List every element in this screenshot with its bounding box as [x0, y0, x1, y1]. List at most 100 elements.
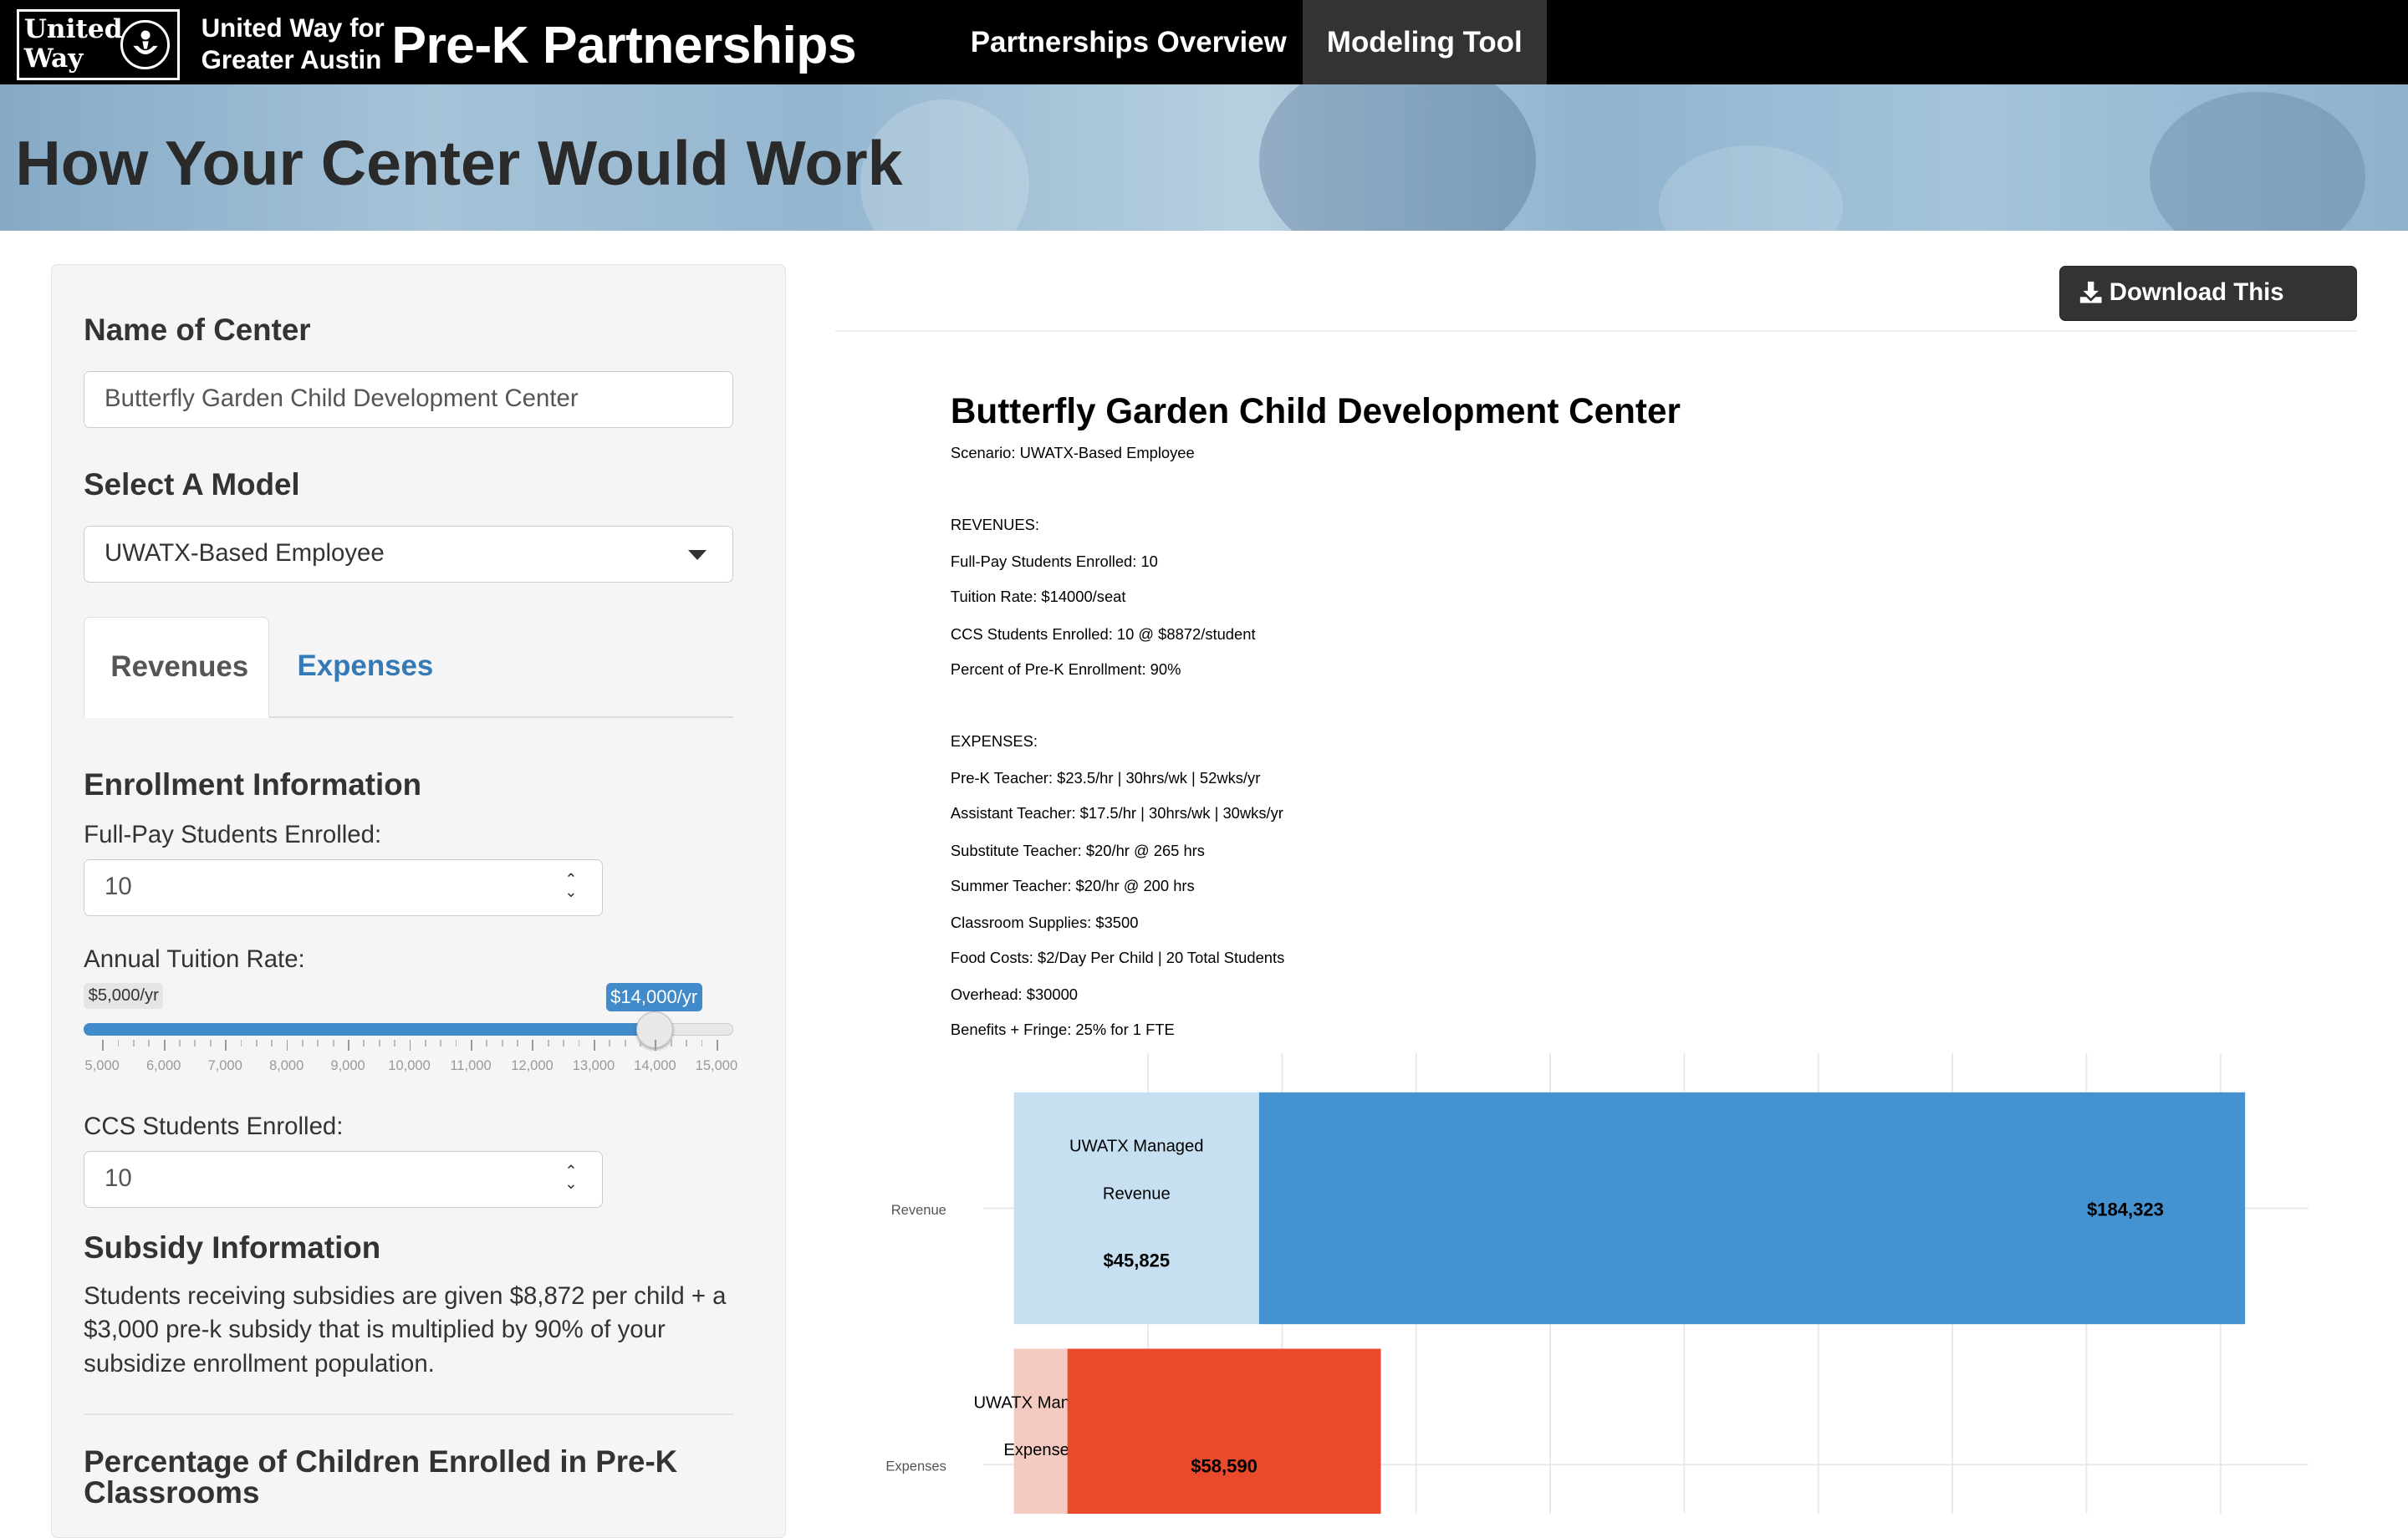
slider-minor-tick [378, 1040, 380, 1047]
data-label: $184,323 [2087, 1199, 2164, 1220]
slider-minor-tick [132, 1040, 135, 1047]
slider-minor-tick [517, 1040, 518, 1047]
ccs-label: CCS Students Enrolled: [84, 1112, 344, 1140]
hero-background-shape [2150, 92, 2365, 231]
subsidy-heading: Subsidy Information [84, 1230, 381, 1266]
expense-line: Pre-K Teacher: $23.5/hr | 30hrs/wk | 52w… [950, 769, 1261, 787]
slider-value-label: $14,000/yr [605, 983, 702, 1011]
tuition-label: Annual Tuition Rate: [84, 945, 305, 973]
slider-minor-tick [640, 1040, 641, 1047]
slider-minor-tick [179, 1040, 181, 1047]
expense-line: Benefits + Fringe: 25% for 1 FTE [950, 1021, 1175, 1039]
category-label: Revenue [890, 1202, 946, 1218]
nav-tab-modeling-tool[interactable]: Modeling Tool [1302, 0, 1548, 85]
tab-expenses[interactable]: Expenses [271, 617, 459, 718]
slider-tick [471, 1040, 472, 1052]
nav-tab-partnerships-overview[interactable]: Partnerships Overview [946, 0, 1311, 84]
main-divider [835, 329, 2358, 332]
slider-tick-label: 14,000 [634, 1057, 676, 1073]
app-title: Pre-K Partnerships [391, 16, 857, 75]
page-title: How Your Center Would Work [15, 127, 903, 198]
center-name-input[interactable]: Butterfly Garden Child Development Cente… [84, 370, 734, 428]
chart-bar [1067, 1348, 1381, 1514]
center-name-label: Name of Center [84, 312, 311, 347]
slider-tick-label: 13,000 [572, 1057, 615, 1073]
slider-minor-tick [148, 1040, 150, 1047]
fullpay-label: Full-Pay Students Enrolled: [84, 820, 382, 848]
slider-tick-label: 7,000 [207, 1057, 242, 1073]
slider-tick-label: 12,000 [511, 1057, 554, 1073]
chart-bar [1013, 1092, 1259, 1325]
ccs-value: 10 [105, 1164, 132, 1192]
download-model-button[interactable]: Download This Model [2059, 265, 2358, 358]
download-icon [2079, 282, 2102, 303]
slider-minor-tick [563, 1040, 565, 1047]
slider-minor-tick [117, 1040, 120, 1047]
slider-minor-tick [701, 1040, 703, 1047]
hero-background-shape [1658, 145, 1844, 231]
top-navbar: United Way United Way for Greater Austin… [0, 0, 2408, 85]
slider-tick [102, 1040, 105, 1052]
slider-minor-tick [394, 1040, 395, 1047]
subsidy-description: Students receiving subsidies are given $… [84, 1281, 727, 1378]
category-label: Expenses [885, 1459, 946, 1474]
slider-minor-tick [255, 1040, 258, 1047]
report-title: Butterfly Garden Child Development Cente… [950, 391, 1681, 431]
percent-enrolled-heading: Percentage of Children Enrolled in Pre-K… [84, 1444, 678, 1510]
slider-tick [532, 1040, 534, 1052]
report-scenario: Scenario: UWATX-Based Employee [950, 443, 1195, 461]
expense-line: Summer Teacher: $20/hr @ 200 hrs [950, 876, 1195, 894]
model-select[interactable]: UWATX-Based Employee [84, 526, 734, 583]
slider-min-label: $5,000/yr [84, 983, 164, 1009]
download-label: Download This Model [2109, 278, 2284, 359]
bar-segment-label: Expenses [1003, 1441, 1078, 1459]
slider-minor-tick [440, 1040, 442, 1047]
slider-minor-tick [486, 1040, 488, 1047]
slider-minor-tick [609, 1040, 611, 1047]
slider-minor-tick [670, 1040, 672, 1047]
ccs-students-input[interactable]: 10 ⌃ ⌄ [84, 1150, 603, 1208]
slider-minor-tick [547, 1040, 549, 1047]
spinner-arrows-icon[interactable]: ⌃ ⌄ [564, 1164, 577, 1191]
slider-tick [716, 1040, 718, 1052]
slider-fill [84, 1023, 656, 1036]
caret-down-icon [687, 549, 707, 560]
fullpay-students-input[interactable]: 10 ⌃ ⌄ [84, 858, 603, 916]
slider-tick [348, 1040, 349, 1052]
slider-minor-tick [686, 1040, 687, 1047]
organization-name: United Way for Greater Austin [202, 13, 385, 77]
slider-minor-tick [240, 1040, 242, 1047]
chart-bar [1013, 1348, 1068, 1514]
data-label: $45,825 [1103, 1250, 1170, 1271]
slider-tick [225, 1040, 227, 1052]
slider-minor-tick [301, 1040, 304, 1047]
enrollment-heading: Enrollment Information [84, 766, 422, 802]
logo-word-2: Way [23, 43, 84, 74]
slider-tick [593, 1040, 595, 1052]
revenue-line: Full-Pay Students Enrolled: 10 [950, 553, 1158, 571]
spinner-arrows-icon[interactable]: ⌃ ⌄ [564, 872, 577, 899]
slider-tick-label: 5,000 [84, 1057, 120, 1073]
expense-line: Assistant Teacher: $17.5/hr | 30hrs/wk |… [950, 804, 1283, 822]
slider-tick-label: 6,000 [146, 1057, 181, 1073]
hand-figure-icon [120, 19, 171, 69]
united-way-logo[interactable]: United Way [17, 9, 180, 80]
tuition-slider[interactable]: $5,000/yr $14,000/yr 5,000 6,000 7,000 8,00… [84, 979, 738, 1073]
bar-segment-label: Revenue [1102, 1184, 1170, 1203]
slider-tick-label: 8,000 [268, 1057, 304, 1073]
slider-minor-tick [271, 1040, 273, 1047]
revenue-line: Tuition Rate: $14000/seat [950, 588, 1126, 606]
slider-minor-tick [332, 1040, 334, 1047]
tab-revenues[interactable]: Revenues [84, 616, 270, 718]
slider-minor-tick [578, 1040, 580, 1047]
org-line-1: United Way for [201, 13, 385, 43]
section-divider [84, 1413, 734, 1415]
chart-canvas: Revenue UWATX Managed Revenue $45,825 $184,3… [885, 1052, 2309, 1514]
slider-minor-tick [501, 1040, 503, 1047]
slider-tick-label: 15,000 [695, 1057, 738, 1073]
expense-line: Overhead: $30000 [950, 985, 1078, 1004]
slider-minor-tick [424, 1040, 426, 1047]
slider-minor-tick [194, 1040, 196, 1047]
slider-minor-tick [363, 1040, 365, 1047]
slider-minor-tick [455, 1040, 457, 1047]
